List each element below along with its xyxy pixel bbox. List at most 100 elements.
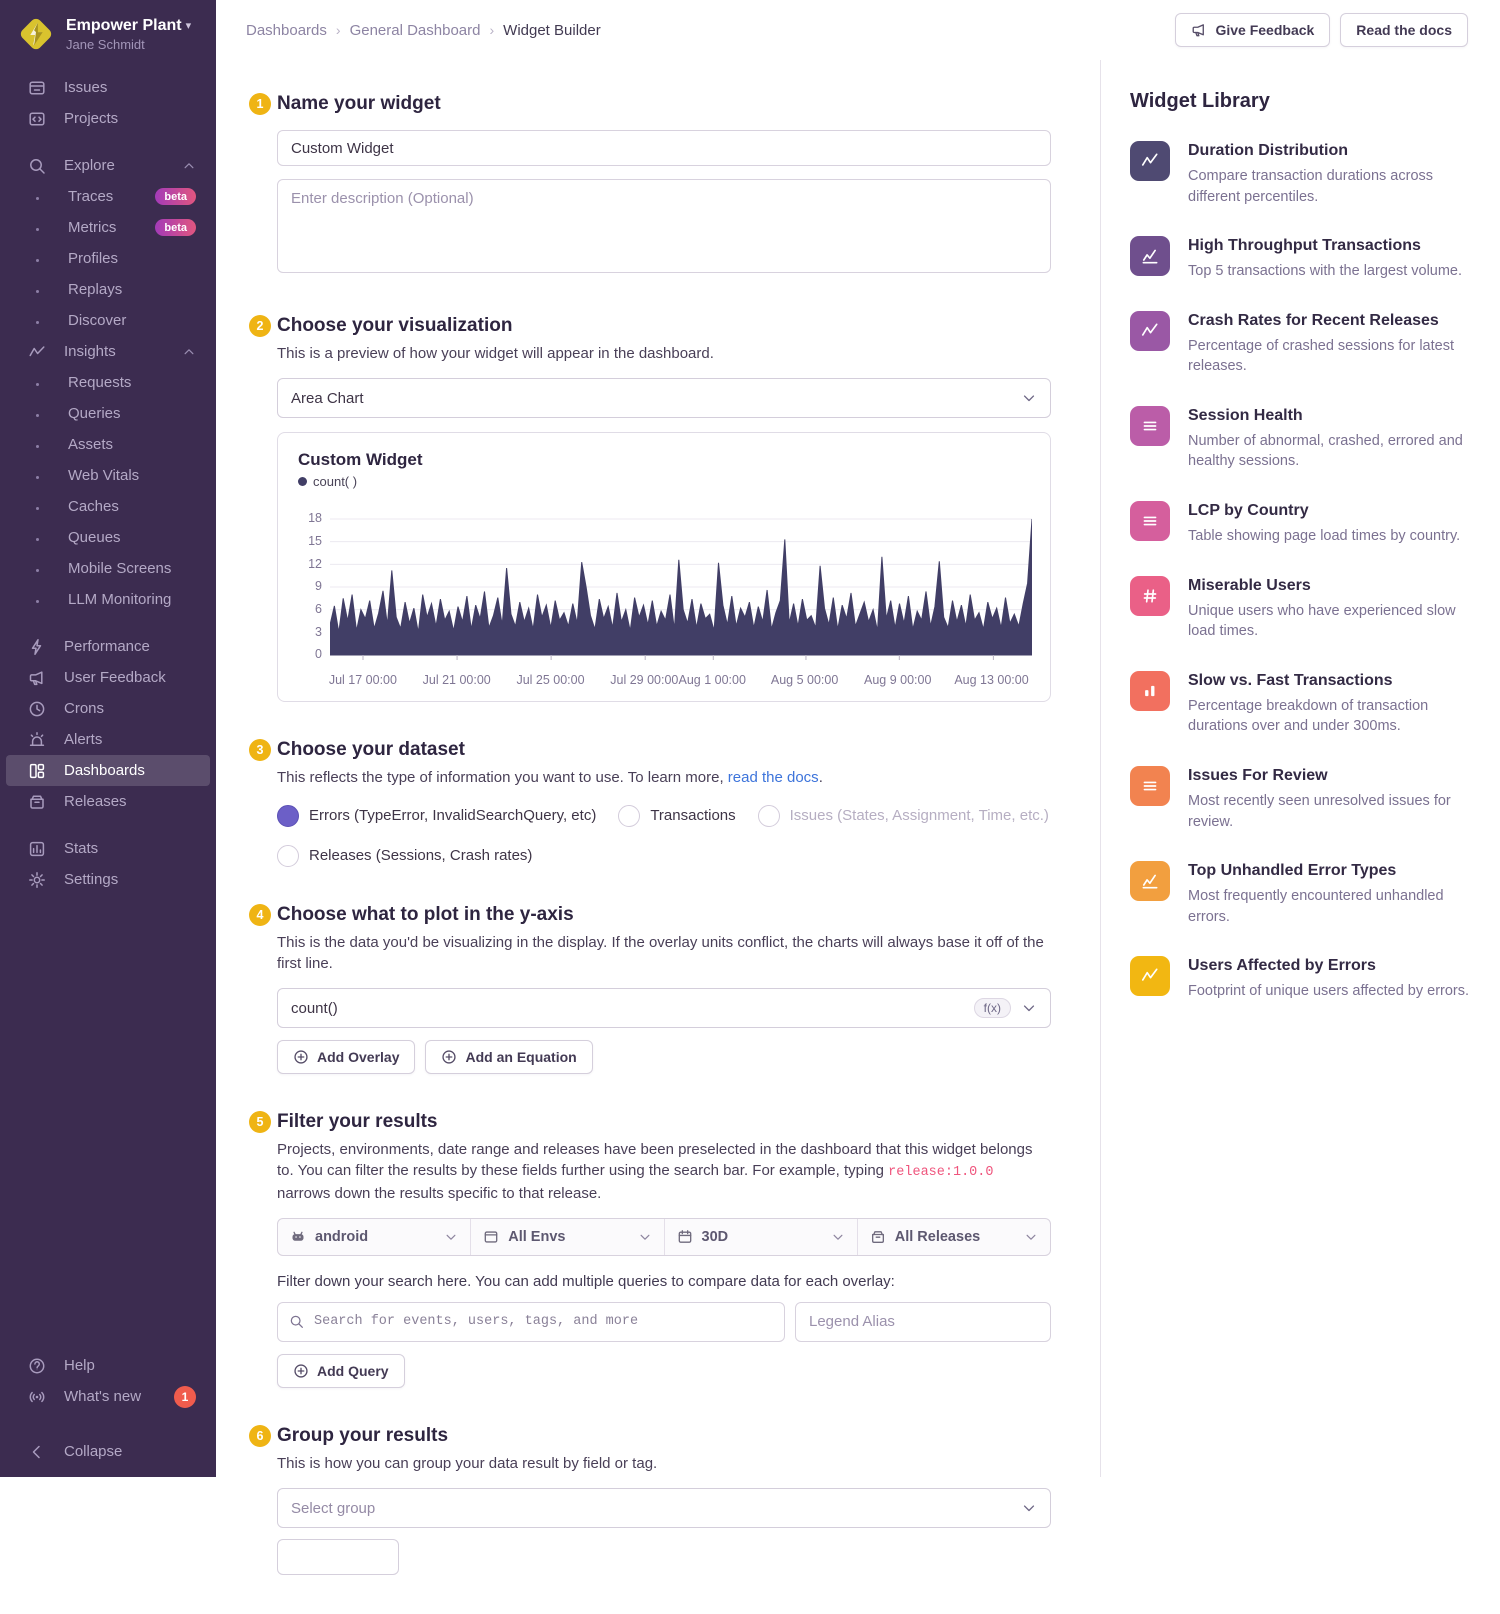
sidebar-item[interactable]: Traces beta (6, 181, 210, 212)
query-search-input[interactable] (312, 1313, 773, 1330)
breadcrumb-dashboards[interactable]: Dashboards (246, 22, 327, 39)
widget-description-input[interactable] (277, 179, 1051, 273)
widget-preview-card: Custom Widget count( ) 1815129630 Jul 17… (277, 432, 1051, 702)
filter-segment[interactable]: android (278, 1219, 471, 1255)
widget-library-item[interactable]: Top Unhandled Error Types Most frequentl… (1130, 861, 1470, 927)
sidebar-item-label: Explore (64, 157, 115, 174)
widget-library-item[interactable]: Slow vs. Fast Transactions Percentage br… (1130, 671, 1470, 737)
widget-library-item[interactable]: High Throughput Transactions Top 5 trans… (1130, 236, 1470, 282)
x-axis-label: Aug 5 00:00 (771, 673, 838, 687)
window-icon (483, 1229, 499, 1245)
sidebar-item[interactable]: Crons (6, 693, 210, 724)
sidebar-item-label: Profiles (68, 250, 118, 267)
widget-library-item-title: Top Unhandled Error Types (1188, 861, 1470, 881)
y-axis-label: 0 (298, 647, 322, 661)
sidebar-item[interactable]: Assets (6, 429, 210, 460)
yaxis-function-select[interactable]: count() f(x) (277, 988, 1051, 1028)
add-query-button[interactable]: Add Query (277, 1354, 405, 1388)
sidebar-item[interactable]: Explore (6, 150, 210, 181)
sidebar-item[interactable]: Performance (6, 631, 210, 662)
sidebar-item-label: Discover (68, 312, 126, 329)
step-visualization: 2 Choose your visualization This is a pr… (249, 314, 1051, 702)
sidebar-item-label: Metrics (68, 219, 116, 236)
dataset-radio-option[interactable]: Issues (States, Assignment, Time, etc.) (758, 805, 1049, 827)
sidebar-item[interactable]: LLM Monitoring (6, 584, 210, 615)
line-icon (1130, 311, 1170, 351)
plus-circle-icon (441, 1049, 457, 1065)
breadcrumb-general-dashboard[interactable]: General Dashboard (350, 22, 481, 39)
visualization-select[interactable]: Area Chart (277, 378, 1051, 418)
radio-circle (277, 845, 299, 867)
add-overlay-button[interactable]: Add Overlay (277, 1040, 415, 1074)
sidebar-item[interactable]: Mobile Screens (6, 553, 210, 584)
widget-library-panel: Widget Library Duration Distribution Com… (1100, 60, 1500, 1477)
widget-library-item[interactable]: Users Affected by Errors Footprint of un… (1130, 956, 1470, 1002)
sidebar: Empower Plant ▾ Jane Schmidt Issues Proj… (0, 0, 216, 1477)
read-the-docs-link[interactable]: read the docs (728, 769, 819, 786)
add-group-button-partial[interactable] (277, 1539, 399, 1575)
dataset-radio-option[interactable]: Transactions (618, 805, 735, 827)
org-switcher[interactable]: Empower Plant ▾ Jane Schmidt (0, 0, 216, 64)
widget-library-item[interactable]: Duration Distribution Compare transactio… (1130, 141, 1470, 207)
sidebar-item[interactable]: Projects (6, 103, 210, 134)
breadcrumb-separator: › (336, 22, 341, 38)
sidebar-item-label: Dashboards (64, 762, 145, 779)
sidebar-item-label: Projects (64, 110, 118, 127)
step-title: Name your widget (277, 92, 1051, 116)
sidebar-item[interactable]: Alerts (6, 724, 210, 755)
breadcrumb-current: Widget Builder (503, 22, 601, 39)
sidebar-item[interactable]: Caches (6, 491, 210, 522)
widget-name-input[interactable] (277, 130, 1051, 166)
widget-library-item-title: Session Health (1188, 406, 1470, 426)
filter-segment[interactable]: All Envs (471, 1219, 664, 1255)
fx-badge: f(x) (974, 998, 1011, 1018)
sidebar-item-label: Requests (68, 374, 131, 391)
sidebar-item[interactable]: Discover (6, 305, 210, 336)
sidebar-item[interactable]: Queries (6, 398, 210, 429)
radio-label: Errors (TypeError, InvalidSearchQuery, e… (309, 807, 596, 824)
sidebar-item[interactable]: Web Vitals (6, 460, 210, 491)
step-name-widget: 1 Name your widget (249, 92, 1051, 278)
query-search-box[interactable] (277, 1302, 785, 1342)
step-title: Filter your results (277, 1110, 1051, 1134)
dataset-radio-option[interactable]: Releases (Sessions, Crash rates) (277, 845, 1051, 867)
widget-library-item[interactable]: LCP by Country Table showing page load t… (1130, 501, 1470, 547)
lightning-icon (28, 638, 46, 656)
widget-library-list: Duration Distribution Compare transactio… (1130, 141, 1470, 1002)
sidebar-item[interactable]: Settings (6, 864, 210, 895)
org-name: Empower Plant (66, 17, 182, 35)
add-equation-button[interactable]: Add an Equation (425, 1040, 592, 1074)
sidebar-item[interactable]: Profiles (6, 243, 210, 274)
sidebar-item[interactable]: Queues (6, 522, 210, 553)
give-feedback-button[interactable]: Give Feedback (1175, 13, 1330, 47)
sidebar-item[interactable]: Metrics beta (6, 212, 210, 243)
widget-library-item-desc: Top 5 transactions with the largest volu… (1188, 261, 1462, 282)
sidebar-item[interactable]: Replays (6, 274, 210, 305)
step-subtitle: This is how you can group your data resu… (277, 1453, 1051, 1474)
sidebar-item[interactable]: Issues (6, 72, 210, 103)
sidebar-bottom-item[interactable]: Help (6, 1350, 210, 1381)
sidebar-bottom-item[interactable]: Collapse (6, 1436, 210, 1467)
sidebar-item[interactable]: User Feedback (6, 662, 210, 693)
sidebar-bottom-item[interactable]: What's new 1 (6, 1381, 210, 1412)
filter-segment[interactable]: 30D (665, 1219, 858, 1255)
widget-library-item[interactable]: Miserable Users Unique users who have ex… (1130, 576, 1470, 642)
dataset-radio-option[interactable]: Errors (TypeError, InvalidSearchQuery, e… (277, 805, 596, 827)
group-select[interactable]: Select group (277, 1488, 1051, 1528)
step-dataset: 3 Choose your dataset This reflects the … (249, 738, 1051, 866)
step-yaxis: 4 Choose what to plot in the y-axis This… (249, 903, 1051, 1075)
widget-library-item[interactable]: Session Health Number of abnormal, crash… (1130, 406, 1470, 472)
sidebar-item[interactable]: Requests (6, 367, 210, 398)
sidebar-item[interactable]: Releases (6, 786, 210, 817)
sidebar-item[interactable]: Dashboards (6, 755, 210, 786)
widget-library-item[interactable]: Crash Rates for Recent Releases Percenta… (1130, 311, 1470, 377)
dataset-options: Errors (TypeError, InvalidSearchQuery, e… (277, 805, 1051, 867)
read-docs-button[interactable]: Read the docs (1340, 13, 1468, 47)
filter-segment-label: All Releases (895, 1229, 980, 1245)
widget-library-item[interactable]: Issues For Review Most recently seen unr… (1130, 766, 1470, 832)
sidebar-item[interactable]: Stats (6, 833, 210, 864)
sidebar-item[interactable]: Insights (6, 336, 210, 367)
legend-alias-input[interactable] (795, 1302, 1051, 1342)
filter-segment[interactable]: All Releases (858, 1219, 1050, 1255)
help-icon (28, 1357, 46, 1375)
